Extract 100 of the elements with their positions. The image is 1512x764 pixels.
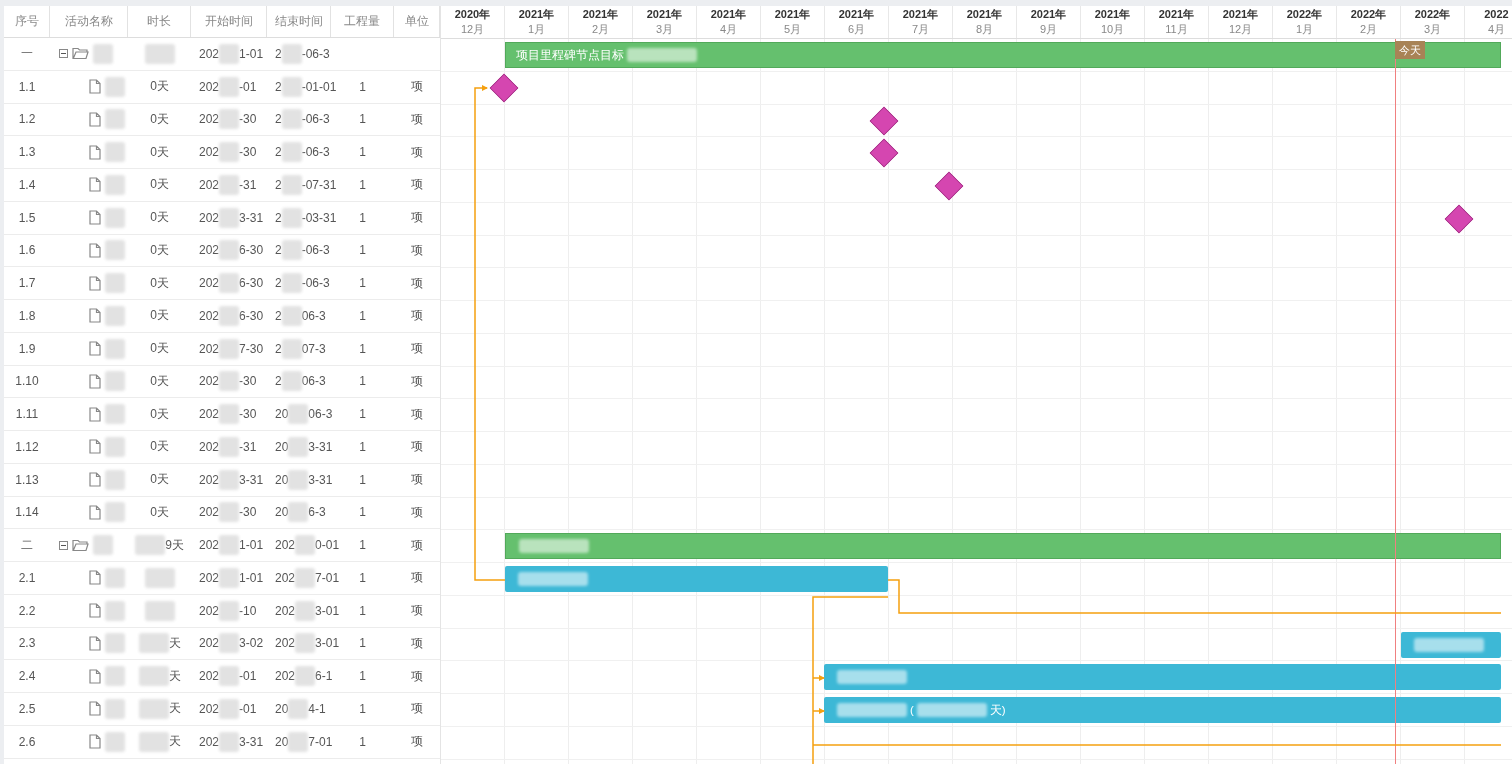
- row-number: 1.7: [18, 276, 36, 291]
- duration-text: 天: [168, 634, 181, 652]
- date-text: 6-30: [239, 276, 264, 291]
- date-text: 06-3: [301, 374, 326, 389]
- year-label: 2021年: [1158, 7, 1195, 22]
- blurred-patch: [281, 174, 302, 195]
- unit-text: 项: [411, 274, 423, 292]
- duration-text: 0天: [150, 471, 169, 489]
- blurred-patch: [105, 469, 125, 490]
- year-label: 2021年: [1094, 7, 1131, 22]
- collapse-icon[interactable]: [59, 49, 68, 59]
- file-icon: [89, 406, 101, 422]
- date-text: 3-31: [239, 734, 264, 749]
- blurred-patch: [219, 535, 240, 556]
- quantity-text: 1: [359, 603, 366, 618]
- blurred-patch: [105, 273, 125, 294]
- column-header[interactable]: 单位: [394, 6, 440, 37]
- row-number: 1.14: [15, 505, 39, 520]
- quantity-text: 1: [359, 669, 366, 684]
- year-label: 2021年: [1222, 7, 1259, 22]
- row-number: 1.1: [18, 79, 36, 94]
- date-text: 202: [199, 407, 220, 422]
- blurred-patch: [105, 174, 125, 195]
- date-text: 202: [199, 636, 220, 651]
- quantity-text: 1: [359, 439, 366, 454]
- blurred-patch: [105, 698, 125, 719]
- blurred-patch: [105, 600, 125, 621]
- date-text: 2: [275, 210, 282, 225]
- duration-text: 天: [168, 733, 181, 751]
- duration-text: 0天: [150, 110, 169, 128]
- date-text: 7-01: [315, 570, 340, 585]
- blurred-patch: [105, 502, 125, 523]
- blurred-patch: [105, 633, 125, 654]
- month-label: 2月: [1359, 22, 1378, 37]
- column-header[interactable]: 工程量: [331, 6, 394, 37]
- blurred-patch: [281, 371, 302, 392]
- blurred-patch: [281, 240, 302, 261]
- blurred-patch: [518, 572, 588, 586]
- blurred-patch: [1414, 637, 1484, 652]
- year-label: 2022年: [1414, 7, 1451, 22]
- blurred-patch: [288, 469, 309, 490]
- date-text: 202: [199, 374, 220, 389]
- column-header[interactable]: 时长: [128, 6, 191, 37]
- row-number: 2.2: [18, 603, 36, 618]
- blurred-patch: [295, 567, 316, 588]
- unit-text: 项: [411, 602, 423, 620]
- year-label: 2022: [1484, 7, 1509, 22]
- blurred-patch: [219, 371, 240, 392]
- row-number: 1.5: [18, 210, 36, 225]
- date-text: -01: [239, 701, 257, 716]
- unit-text: 项: [411, 307, 423, 325]
- row-number: 2.5: [18, 701, 36, 716]
- unit-text: 项: [411, 438, 423, 456]
- blurred-patch: [105, 338, 125, 359]
- blurred-patch: [281, 207, 302, 228]
- month-label: 3月: [655, 22, 674, 37]
- task-bar[interactable]: ( 天): [824, 697, 1501, 723]
- file-icon: [89, 635, 101, 651]
- column-header[interactable]: 结束时间: [267, 6, 331, 37]
- file-icon: [89, 275, 101, 291]
- column-header[interactable]: 序号: [4, 6, 50, 37]
- unit-text: 项: [411, 340, 423, 358]
- date-text: 20: [275, 439, 289, 454]
- blurred-patch: [219, 698, 240, 719]
- date-text: 2: [275, 46, 282, 61]
- date-text: 202: [275, 603, 296, 618]
- month-label: 11月: [1165, 22, 1188, 37]
- blurred-patch: [281, 305, 302, 326]
- row-number: 1.10: [15, 374, 39, 389]
- quantity-text: 1: [359, 112, 366, 127]
- column-header[interactable]: 活动名称: [50, 6, 128, 37]
- blurred-patch: [105, 436, 125, 457]
- column-header[interactable]: 开始时间: [191, 6, 267, 37]
- month-label: 9月: [1039, 22, 1058, 37]
- blurred-patch: [105, 240, 125, 261]
- collapse-icon[interactable]: [59, 540, 68, 550]
- blurred-patch: [837, 703, 907, 717]
- date-text: 3-01: [315, 636, 340, 651]
- duration-text: 0天: [150, 438, 169, 456]
- unit-text: 项: [411, 667, 423, 685]
- file-icon: [89, 177, 101, 193]
- row-number: 1.11: [15, 407, 39, 422]
- file-icon: [89, 701, 101, 717]
- date-text: 1-01: [239, 570, 264, 585]
- blurred-patch: [288, 731, 309, 752]
- date-text: 202: [199, 734, 220, 749]
- duration-text: 0天: [150, 372, 169, 390]
- month-label: 3月: [1423, 22, 1442, 37]
- month-label: 1月: [527, 22, 546, 37]
- date-text: 202: [199, 46, 220, 61]
- year-label: 2021年: [1030, 7, 1067, 22]
- blurred-patch: [105, 305, 125, 326]
- duration-text: 0天: [150, 176, 169, 194]
- year-label: 2021年: [774, 7, 811, 22]
- blurred-patch: [135, 535, 166, 556]
- month-label: 6月: [847, 22, 866, 37]
- blurred-patch: [93, 43, 113, 64]
- summary-bar[interactable]: [505, 533, 1501, 560]
- month-label: 1月: [1295, 22, 1314, 37]
- date-text: 2: [275, 243, 282, 258]
